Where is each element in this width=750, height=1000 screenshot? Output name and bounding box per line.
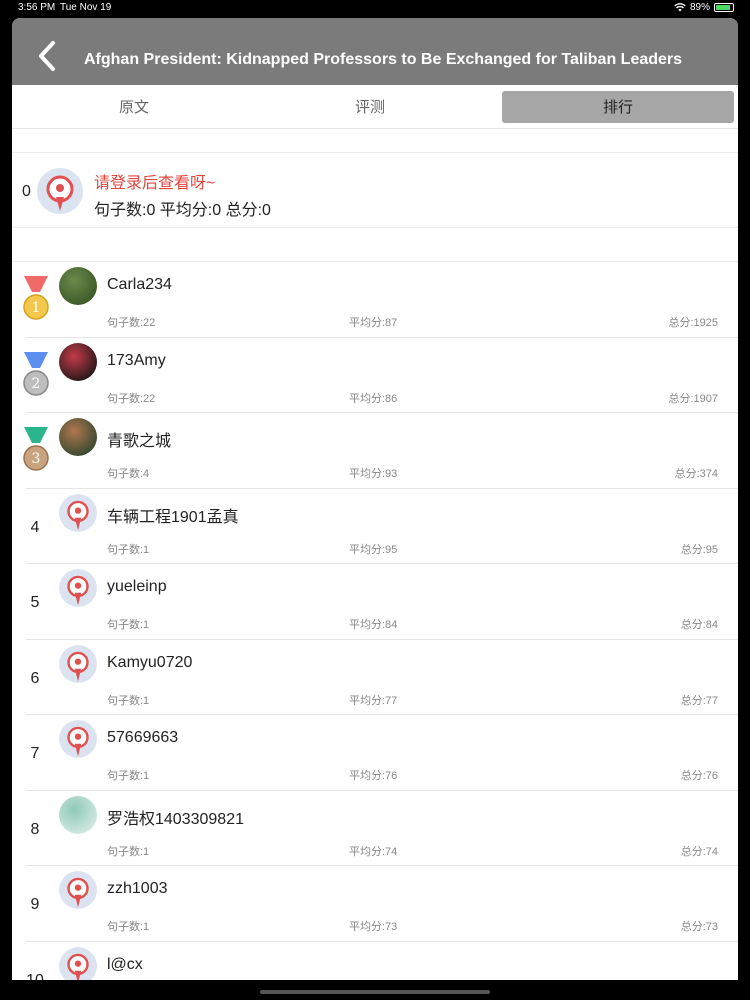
- rank-number: 9: [30, 896, 40, 913]
- ranking-row[interactable]: 5 yueleinp 句子数:1 平均分:84 总分:84: [12, 564, 738, 640]
- ranking-row[interactable]: 7 57669663 句子数:1 平均分:76 总分:76: [12, 715, 738, 791]
- battery-percent: 89%: [689, 2, 710, 13]
- username: 173Amy: [107, 351, 166, 369]
- sentence-count: 句子数:22: [107, 392, 156, 405]
- my-stats: 句子数:0 平均分:0 总分:0: [94, 202, 271, 219]
- user-avatar: [59, 418, 97, 456]
- wifi-icon: [674, 3, 686, 12]
- ranking-row[interactable]: 3 青歌之城 句子数:4 平均分:93 总分:374: [12, 413, 738, 489]
- total-score: 总分:74: [680, 845, 718, 858]
- gold-medal-icon: 1: [23, 276, 49, 320]
- rank-number: 6: [30, 669, 40, 687]
- ranking-row[interactable]: 1 Carla234 句子数:22 平均分:87 总分:1925: [12, 262, 738, 338]
- status-time: 3:56 PM: [18, 2, 56, 13]
- tab-original[interactable]: 原文: [16, 91, 252, 123]
- rank-number: 8: [30, 820, 40, 838]
- username: 57669663: [107, 729, 179, 746]
- total-score: 总分:1907: [668, 392, 718, 405]
- average-score: 平均分:73: [349, 921, 398, 933]
- username: 罗浩权1403309821: [107, 810, 244, 828]
- user-avatar: [59, 267, 97, 305]
- sentence-count: 句子数:1: [107, 921, 150, 933]
- sentence-count: 句子数:1: [107, 543, 150, 556]
- rank-number: 10: [26, 971, 44, 981]
- average-score: 平均分:95: [349, 543, 398, 556]
- chevron-left-icon: [39, 41, 55, 71]
- rank-number: 4: [30, 518, 40, 536]
- average-score: 平均分:76: [349, 770, 398, 782]
- home-indicator[interactable]: [260, 990, 490, 994]
- default-avatar-icon: [59, 720, 97, 758]
- back-button[interactable]: [32, 38, 62, 74]
- default-avatar-icon: [59, 946, 97, 980]
- user-avatar: [59, 342, 97, 381]
- total-score: 总分:1925: [668, 317, 718, 329]
- medal-rank: 3: [32, 451, 41, 467]
- username: Kamyu0720: [107, 653, 193, 671]
- page-title: Afghan President: Kidnapped Professors t…: [84, 51, 683, 68]
- average-score: 平均分:86: [349, 392, 398, 405]
- total-score: 总分:73: [680, 921, 718, 933]
- ranking-row[interactable]: 2 173Amy 句子数:22 平均分:86 总分:1907: [12, 338, 738, 414]
- total-score: 总分:76: [680, 770, 718, 782]
- ranking-row[interactable]: 10 l@cx: [12, 942, 738, 981]
- average-score: 平均分:84: [349, 619, 398, 631]
- total-score: 总分:95: [680, 543, 718, 556]
- ranking-row[interactable]: 8 罗浩权1403309821 句子数:1 平均分:74 总分:74: [12, 791, 738, 867]
- my-rank-row: 0 请登录后查看呀~ 句子数:0 平均分:0 总分:0: [12, 153, 738, 228]
- tab-bar: 原文 评测 排行: [12, 85, 738, 129]
- status-date: Tue Nov 19: [60, 2, 112, 13]
- ranking-row[interactable]: 9 zzh1003 句子数:1 平均分:73 总分:73: [12, 866, 738, 942]
- sentence-count: 句子数:1: [107, 694, 150, 707]
- sentence-count: 句子数:1: [107, 845, 150, 858]
- nav-bar: Afghan President: Kidnapped Professors t…: [12, 18, 738, 85]
- bronze-medal-icon: 3: [23, 427, 49, 471]
- default-avatar-icon: [59, 569, 97, 607]
- ranking-row[interactable]: 4 车辆工程1901孟真 句子数:1 平均分:95 总分:95: [12, 489, 738, 565]
- medal-rank: 2: [32, 376, 41, 392]
- sentence-count: 句子数:1: [107, 770, 150, 782]
- status-bar: 3:56 PM Tue Nov 19 89%: [0, 0, 750, 16]
- tab-ranking[interactable]: 排行: [502, 90, 734, 123]
- total-score: 总分:77: [680, 694, 718, 707]
- average-score: 平均分:93: [349, 468, 398, 480]
- default-avatar-icon: [59, 871, 97, 909]
- username: 车辆工程1901孟真: [107, 508, 239, 526]
- user-avatar: [59, 795, 97, 834]
- username: l@cx: [107, 955, 143, 973]
- average-score: 平均分:74: [349, 845, 398, 858]
- average-score: 平均分:87: [349, 317, 398, 329]
- total-score: 总分:84: [680, 619, 718, 631]
- my-rank-number: 0: [22, 183, 31, 200]
- tab-evaluation[interactable]: 评测: [252, 91, 488, 123]
- default-avatar-icon: [59, 493, 97, 532]
- username: zzh1003: [107, 880, 168, 897]
- sentence-count: 句子数:1: [107, 619, 150, 631]
- ranking-row[interactable]: 6 Kamyu0720 句子数:1 平均分:77 总分:77: [12, 640, 738, 716]
- app-screen: Afghan President: Kidnapped Professors t…: [12, 18, 738, 980]
- spacer: [12, 129, 738, 153]
- average-score: 平均分:77: [349, 694, 398, 707]
- sentence-count: 句子数:22: [107, 317, 156, 329]
- silver-medal-icon: 2: [23, 351, 49, 396]
- default-avatar-icon: [59, 644, 97, 683]
- rank-number: 5: [30, 594, 40, 611]
- username: 青歌之城: [107, 433, 172, 450]
- battery-icon: [714, 3, 734, 12]
- spacer: [12, 228, 738, 262]
- medal-rank: 1: [32, 300, 41, 316]
- username: yueleinp: [107, 578, 167, 595]
- login-prompt[interactable]: 请登录后查看呀~: [94, 169, 215, 193]
- ranking-list: 1 Carla234 句子数:22 平均分:87 总分:1925 2 173Am…: [12, 262, 738, 980]
- total-score: 总分:374: [674, 468, 718, 480]
- rank-number: 7: [30, 745, 40, 762]
- status-right: 89%: [674, 2, 734, 13]
- default-avatar-icon: [37, 168, 83, 214]
- sentence-count: 句子数:4: [107, 468, 150, 480]
- username: Carla234: [107, 276, 172, 293]
